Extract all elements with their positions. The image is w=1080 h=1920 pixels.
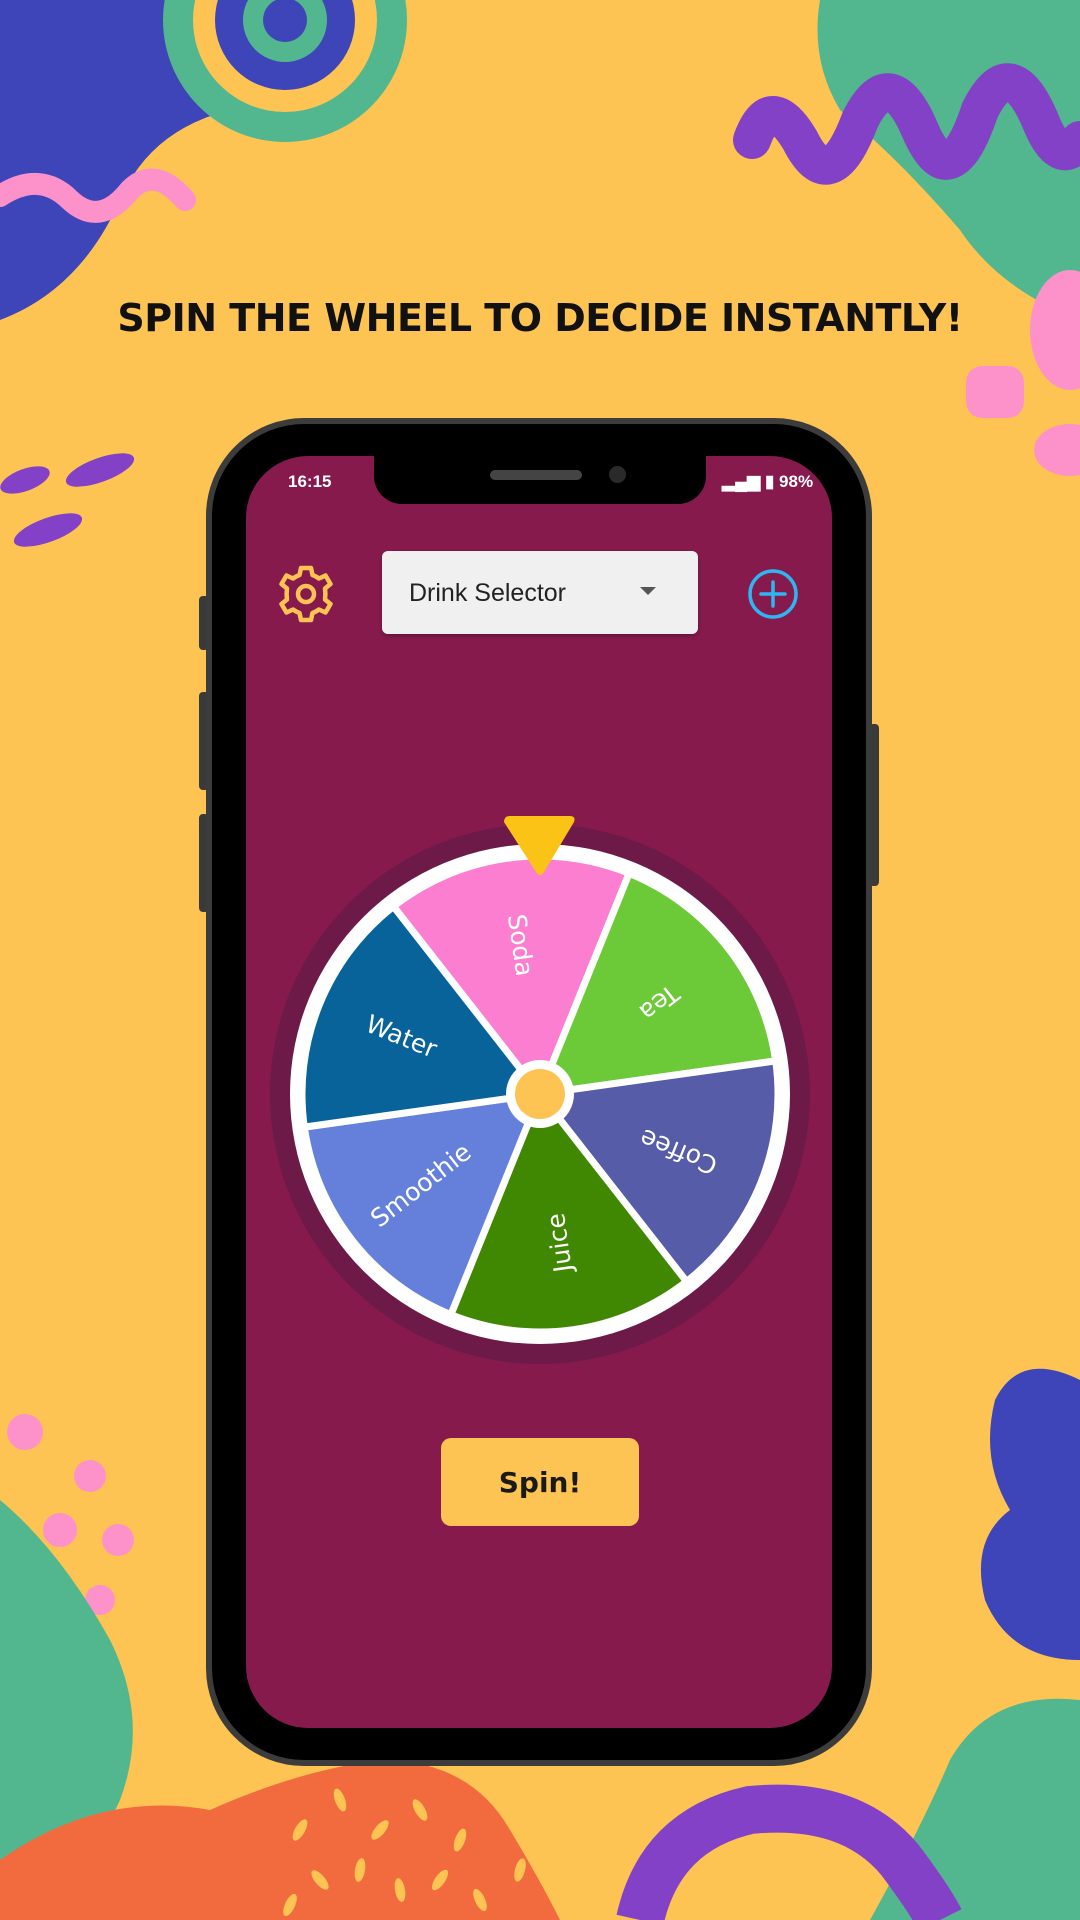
phone-camera <box>609 466 626 483</box>
wheel-selector-dropdown[interactable]: Drink Selector <box>382 551 698 634</box>
battery-percent: 98% <box>779 472 814 491</box>
phone-notch <box>374 456 706 504</box>
signal-icon: ▂▄▆ <box>722 472 761 491</box>
status-time: 16:15 <box>288 472 332 491</box>
chevron-down-icon <box>640 587 656 595</box>
spin-wheel[interactable]: SodaTeaCoffeeJuiceSmoothieWater <box>268 812 814 1366</box>
gear-icon[interactable] <box>274 562 338 626</box>
phone-speaker <box>490 470 582 480</box>
plus-circle-icon[interactable] <box>746 567 800 621</box>
status-battery: ▂▄▆ ▮ 98% <box>722 472 813 492</box>
spin-button[interactable]: Spin! <box>441 1438 639 1526</box>
promo-headline: SPIN THE WHEEL TO DECIDE INSTANTLY! <box>117 296 963 340</box>
dropdown-selected-value: Drink Selector <box>409 579 566 607</box>
wheel-hub <box>515 1069 565 1119</box>
battery-icon: ▮ <box>764 472 775 491</box>
